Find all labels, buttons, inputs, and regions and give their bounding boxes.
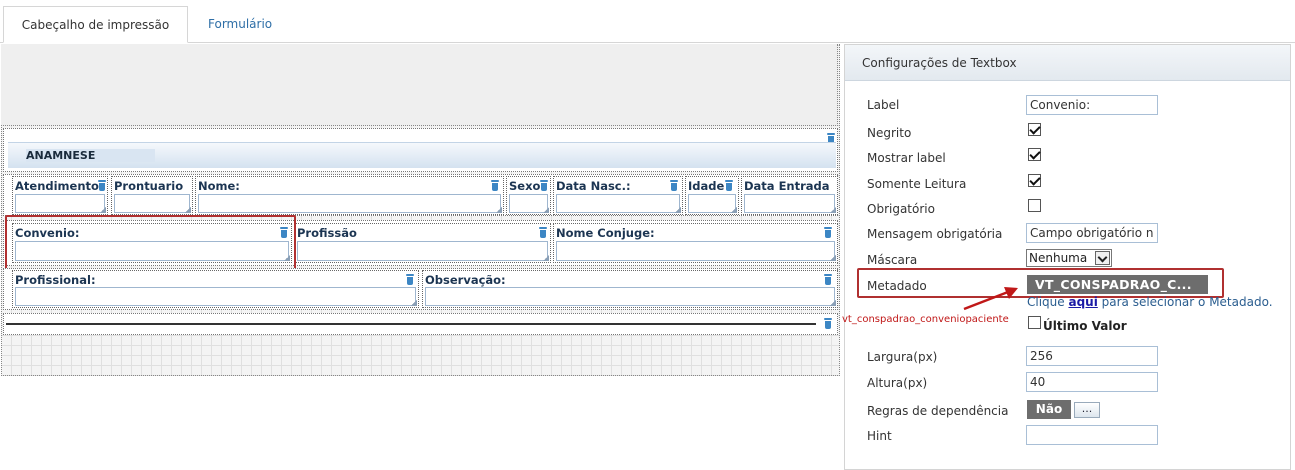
selected-field-highlight [5,215,296,270]
mensagem-obrigatoria-label: Mensagem obrigatória [867,227,1003,241]
tab-form[interactable]: Formulário [192,6,288,43]
help-prefix: Clique [1027,295,1069,309]
mascara-label: Máscara [867,253,918,267]
annotation-arrow-icon [963,287,1018,311]
mostrar-label-checkbox[interactable] [1028,148,1041,161]
textbox[interactable] [15,194,105,213]
somente-leitura-label: Somente Leitura [867,177,967,191]
delete-field-trash-icon[interactable] [724,180,734,191]
altura-label: Altura(px) [867,376,928,390]
textbox[interactable] [15,287,416,306]
regras-dependencia-label: Regras de dependência [867,404,1009,418]
separator-line [6,323,816,325]
field-nome-conjuge[interactable]: Nome Conjuge: [553,223,838,263]
regras-dependencia-badge: Não [1027,400,1071,419]
ultimo-valor-checkbox[interactable] [1028,316,1041,329]
tab-bar: Cabeçalho de impressão Formulário [0,0,1295,44]
field-label: Nome: [198,179,240,193]
field-label: Data Nasc.: [556,179,631,193]
mensagem-obrigatoria-input[interactable]: Campo obrigatório n [1026,223,1158,243]
mascara-selected-value: Nenhuma [1029,251,1088,265]
ultimo-valor-label: Último Valor [1043,319,1127,333]
metadado-value-badge[interactable]: VT_CONSPADRAO_C... [1027,275,1208,294]
field-profissao[interactable]: Profissão [294,223,551,263]
delete-field-trash-icon[interactable] [823,274,833,285]
field-idade[interactable]: Idade [685,176,739,215]
field-label: Nome Conjuge: [556,226,655,240]
delete-field-trash-icon[interactable] [405,274,415,285]
field-sexo[interactable]: Sexo [506,176,551,215]
textbox[interactable] [297,241,548,261]
metadado-help-text: Clique aqui para selecionar o Metadado. [1027,295,1273,309]
field-label: Profissional: [15,273,96,287]
resize-handle-icon[interactable] [675,207,681,213]
panel-header: Configurações de Textbox [845,45,1290,81]
metadado-label: Metadado [867,279,927,293]
hint-label: Hint [867,429,892,443]
resize-handle-icon[interactable] [543,207,549,213]
largura-label: Largura(px) [867,350,938,364]
field-label: Observação: [425,273,506,287]
panel-title: Configurações de Textbox [862,56,1017,70]
textbox[interactable] [425,287,835,306]
resize-handle-icon[interactable] [830,207,836,213]
delete-field-trash-icon[interactable] [538,227,548,238]
textbox[interactable] [114,194,190,213]
field-label: Sexo [509,179,541,193]
resize-handle-icon[interactable] [731,207,737,213]
textbox[interactable] [198,194,501,213]
select-metadado-link[interactable]: aqui [1068,295,1097,309]
field-atendimento[interactable]: Atendimento [12,176,108,215]
textbox[interactable] [688,194,736,213]
obrigatorio-label: Obrigatório [867,202,935,216]
delete-field-trash-icon[interactable] [97,180,107,191]
field-data-entrada[interactable]: Data Entrada [741,176,838,215]
delete-field-trash-icon[interactable] [490,180,500,191]
field-label: Prontuario [114,179,184,193]
resize-handle-icon[interactable] [100,207,106,213]
negrito-checkbox[interactable] [1028,123,1041,136]
chevron-down-icon[interactable] [1095,251,1110,265]
regras-dependencia-button[interactable]: ... [1074,402,1100,418]
annotation-text: vt_conspadrao_conveniopaciente [842,314,1009,325]
hint-input[interactable] [1026,425,1158,445]
field-prontuario[interactable]: Prontuario [111,176,193,215]
field-data-nasc[interactable]: Data Nasc.: [553,176,683,215]
label-label: Label [867,98,900,112]
field-label: Atendimento [15,179,99,193]
field-label: Idade [688,179,725,193]
label-input[interactable]: Convenio: [1026,95,1158,115]
resize-handle-icon[interactable] [543,255,549,261]
mascara-select[interactable]: Nenhuma [1026,249,1112,267]
mostrar-label-label: Mostrar label [867,151,946,165]
resize-handle-icon[interactable] [830,255,836,261]
delete-field-trash-icon[interactable] [823,227,833,238]
resize-handle-icon[interactable] [496,207,502,213]
largura-input[interactable]: 256 [1026,346,1158,366]
section-title: ANAMNESE [26,149,156,162]
field-nome[interactable]: Nome: [195,176,504,215]
obrigatorio-checkbox[interactable] [1028,199,1041,212]
negrito-label: Negrito [867,126,912,140]
textbox[interactable] [744,194,835,213]
textbox[interactable] [556,194,680,213]
field-profissional[interactable]: Profissional: [12,270,419,308]
delete-separator-trash-icon[interactable] [823,318,833,329]
field-label: Profissão [297,226,357,240]
help-suffix: para selecionar o Metadado. [1097,295,1273,309]
section-header-bar: ANAMNESE [8,142,836,168]
altura-input[interactable]: 40 [1026,372,1158,392]
somente-leitura-checkbox[interactable] [1028,174,1041,187]
delete-field-trash-icon[interactable] [539,180,549,191]
delete-field-trash-icon[interactable] [669,180,679,191]
field-label: Data Entrada [744,179,830,193]
resize-handle-icon[interactable] [411,300,417,306]
print-header-band [1,44,838,126]
field-observacao[interactable]: Observação: [422,270,838,308]
resize-handle-icon[interactable] [830,300,836,306]
resize-handle-icon[interactable] [185,207,191,213]
textbox[interactable] [556,241,835,261]
tab-print-header[interactable]: Cabeçalho de impressão [3,6,188,43]
